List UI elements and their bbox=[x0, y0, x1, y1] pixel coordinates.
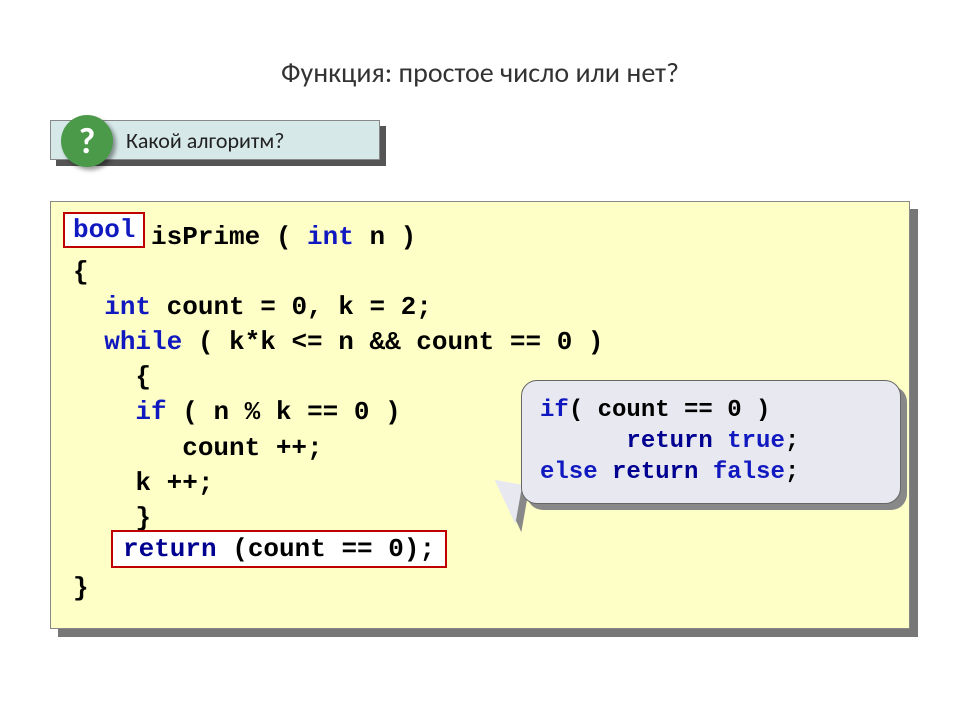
t bbox=[73, 292, 104, 322]
t: count ++; bbox=[73, 433, 323, 463]
kw-true: true bbox=[727, 428, 785, 455]
t: n ) bbox=[354, 222, 416, 252]
page-title: Функция: простое число или нет? bbox=[50, 55, 910, 90]
question-bar: ? Какой алгоритм? bbox=[50, 120, 390, 166]
callout: if( count == 0 ) return true; else retur… bbox=[521, 380, 901, 504]
bool-box: bool bbox=[63, 212, 145, 248]
t: ( n % k == 0 ) bbox=[167, 397, 401, 427]
code-face: isPrime ( int n ) { int count = 0, k = 2… bbox=[50, 201, 910, 629]
kw-return: return bbox=[626, 428, 712, 455]
question-text: Какой алгоритм? bbox=[126, 127, 284, 154]
bar-face: ? Какой алгоритм? bbox=[50, 120, 380, 160]
kw-return: return bbox=[123, 534, 217, 564]
t bbox=[713, 428, 727, 455]
t: count = 0, k = 2; bbox=[151, 292, 432, 322]
callout-code: if( count == 0 ) return true; else retur… bbox=[540, 395, 882, 489]
t: { bbox=[73, 362, 151, 392]
t: (count == 0); bbox=[217, 534, 435, 564]
t bbox=[540, 428, 626, 455]
t bbox=[73, 327, 104, 357]
kw-while: while bbox=[104, 327, 182, 357]
t bbox=[73, 397, 135, 427]
kw-else: else bbox=[540, 459, 598, 486]
kw-if: if bbox=[540, 397, 569, 424]
t bbox=[698, 459, 712, 486]
t: ( count == 0 ) bbox=[569, 397, 771, 424]
slide: Функция: простое число или нет? ? Какой … bbox=[0, 0, 960, 720]
t: k ++; bbox=[73, 468, 213, 498]
t: ( k*k <= n && count == 0 ) bbox=[182, 327, 603, 357]
kw-if: if bbox=[135, 397, 166, 427]
t: ; bbox=[785, 428, 799, 455]
t: { bbox=[73, 257, 89, 287]
t: } bbox=[73, 503, 151, 533]
t bbox=[598, 459, 612, 486]
kw-false: false bbox=[713, 459, 785, 486]
return-box: return (count == 0); bbox=[111, 530, 447, 568]
code-box: isPrime ( int n ) { int count = 0, k = 2… bbox=[50, 201, 910, 629]
question-icon: ? bbox=[61, 115, 113, 167]
kw-int: int bbox=[307, 222, 354, 252]
t: } bbox=[73, 573, 89, 603]
callout-face: if( count == 0 ) return true; else retur… bbox=[521, 380, 901, 504]
kw-return: return bbox=[612, 459, 698, 486]
t: ; bbox=[785, 459, 799, 486]
kw-int: int bbox=[104, 292, 151, 322]
